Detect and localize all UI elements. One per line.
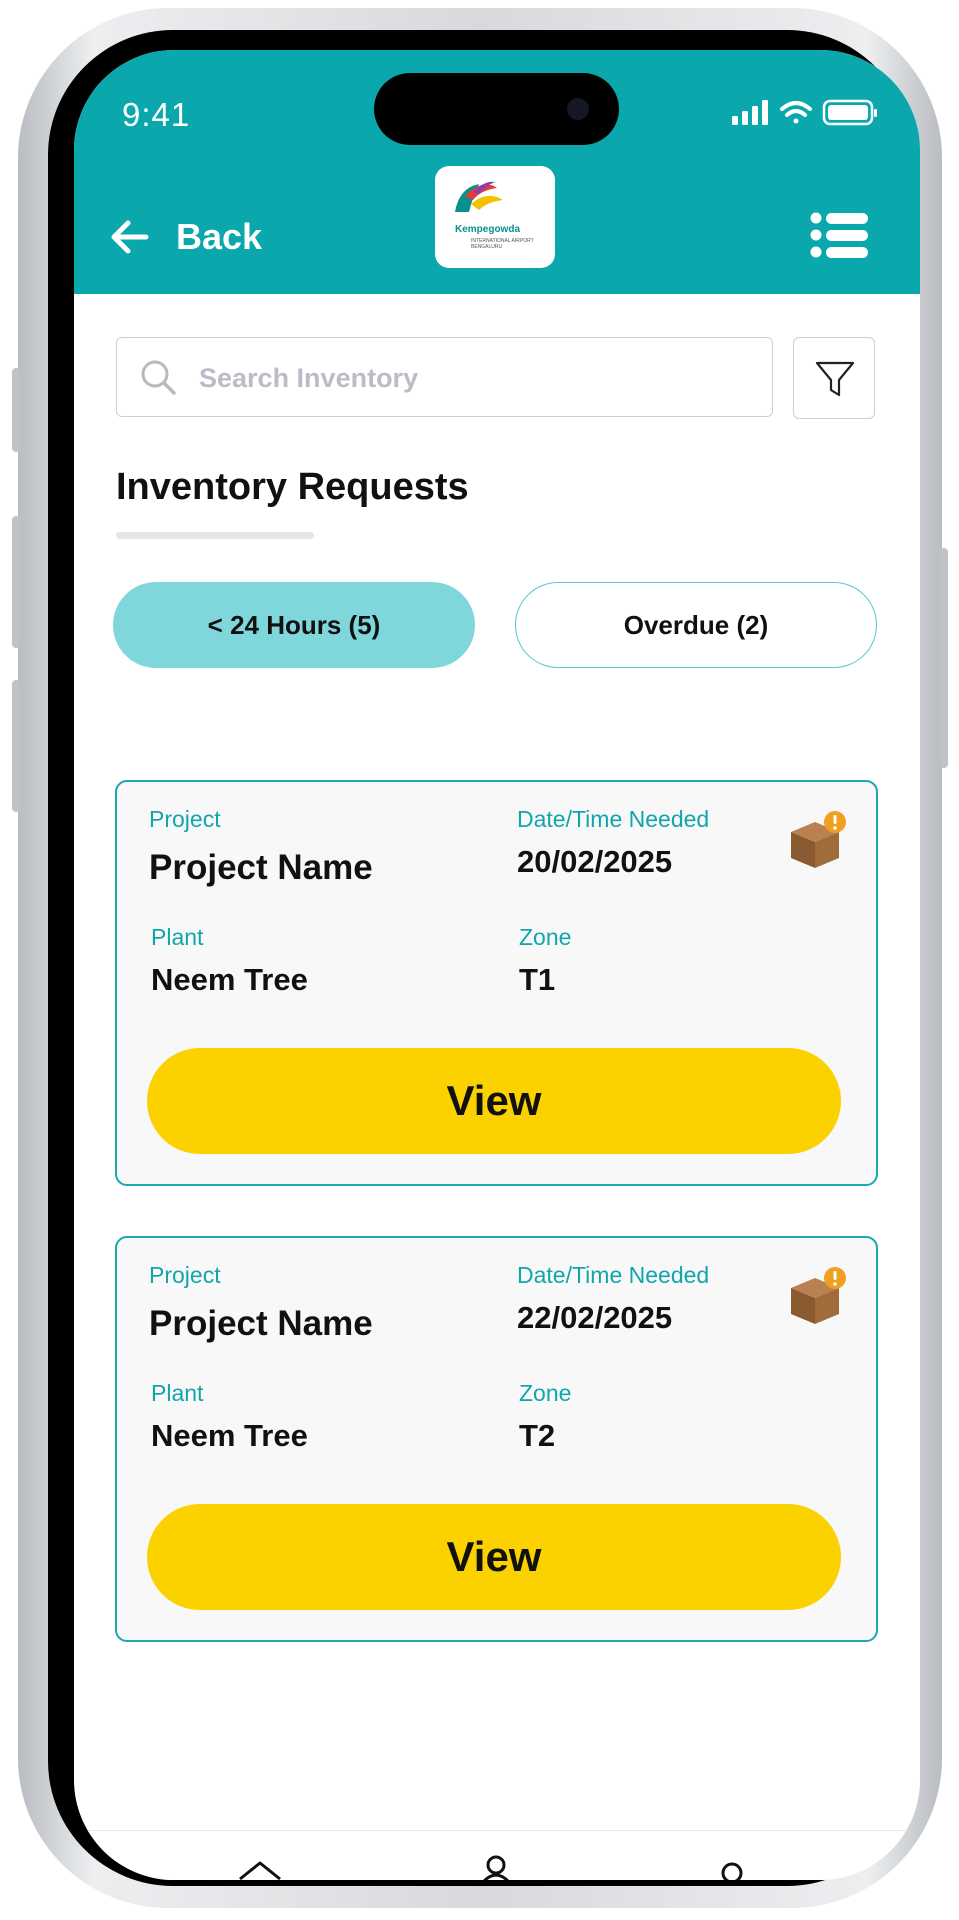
date-label: Date/Time Needed bbox=[517, 806, 710, 832]
back-button[interactable]: Back bbox=[108, 210, 288, 264]
date-label: Date/Time Needed bbox=[517, 1262, 710, 1288]
battery-icon bbox=[822, 99, 877, 126]
wifi-icon bbox=[780, 101, 812, 124]
app-screen: 9:41 Back Kempegowda INTERNATIONAL AIRPO… bbox=[74, 50, 920, 1880]
airport-logo: Kempegowda INTERNATIONAL AIRPORT BENGALU… bbox=[435, 166, 555, 268]
volume-up-button bbox=[12, 516, 20, 648]
logo-subtitle: INTERNATIONAL AIRPORT BENGALURU bbox=[471, 238, 534, 250]
plant-value: Neem Tree bbox=[151, 1418, 308, 1453]
zone-label: Zone bbox=[519, 1380, 572, 1406]
plant-value: Neem Tree bbox=[151, 962, 308, 997]
tab-overdue[interactable]: Overdue (2) bbox=[515, 582, 877, 668]
search-icon bbox=[141, 360, 176, 395]
date-value: 20/02/2025 bbox=[517, 844, 673, 879]
zone-value: T2 bbox=[519, 1418, 556, 1453]
tab-under-24-hours[interactable]: < 24 Hours (5) bbox=[113, 582, 475, 668]
signal-icon bbox=[732, 100, 768, 125]
request-card: Project Project Name Date/Time Needed 22… bbox=[115, 1236, 878, 1642]
back-label: Back bbox=[176, 216, 263, 257]
request-card: Project Project Name Date/Time Needed 20… bbox=[115, 780, 878, 1186]
menu-list-icon bbox=[810, 212, 868, 258]
logo-name: Kempegowda bbox=[455, 224, 521, 235]
phone-frame: 9:41 Back Kempegowda INTERNATIONAL AIRPO… bbox=[12, 8, 948, 1908]
filter-icon bbox=[815, 361, 855, 397]
search-input[interactable] bbox=[197, 352, 741, 404]
plant-label: Plant bbox=[151, 1380, 204, 1406]
home-icon[interactable] bbox=[238, 1851, 282, 1880]
logo-mark-icon bbox=[455, 181, 503, 212]
action-button bbox=[12, 368, 20, 452]
date-value: 22/02/2025 bbox=[517, 1300, 673, 1335]
search-box bbox=[116, 337, 773, 417]
page-title: Inventory Requests bbox=[116, 466, 469, 508]
project-value: Project Name bbox=[149, 1304, 373, 1343]
user-icon[interactable] bbox=[474, 1851, 518, 1880]
plant-label: Plant bbox=[151, 924, 204, 950]
camera-icon bbox=[567, 98, 589, 120]
status-time: 9:41 bbox=[122, 96, 191, 133]
volume-down-button bbox=[12, 680, 20, 812]
zone-value: T1 bbox=[519, 962, 556, 997]
bottom-nav bbox=[74, 1830, 920, 1880]
project-label: Project bbox=[149, 1262, 221, 1288]
status-icons bbox=[732, 98, 882, 128]
search-nav-icon[interactable] bbox=[710, 1851, 754, 1880]
project-label: Project bbox=[149, 806, 221, 832]
dynamic-island bbox=[374, 73, 619, 145]
power-button bbox=[940, 548, 948, 768]
package-alert-icon bbox=[791, 811, 846, 868]
menu-button[interactable] bbox=[810, 212, 868, 258]
arrow-left-icon bbox=[111, 220, 149, 254]
project-value: Project Name bbox=[149, 848, 373, 887]
view-button[interactable]: View bbox=[147, 1048, 841, 1154]
view-button[interactable]: View bbox=[147, 1504, 841, 1610]
title-underline bbox=[116, 532, 314, 539]
package-alert-icon bbox=[791, 1267, 846, 1324]
header-bar: 9:41 Back Kempegowda INTERNATIONAL AIRPO… bbox=[74, 50, 920, 294]
filter-button[interactable] bbox=[793, 337, 875, 419]
zone-label: Zone bbox=[519, 924, 572, 950]
